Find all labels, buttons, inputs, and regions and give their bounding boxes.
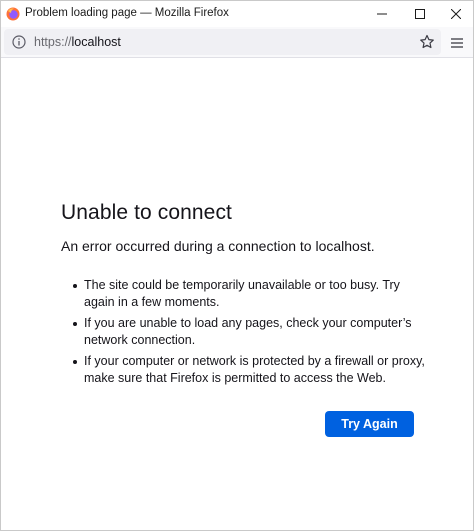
window-title: Problem loading page — Mozilla Firefox (25, 7, 229, 19)
maximize-icon (415, 9, 425, 19)
url-text[interactable]: https://localhost (34, 35, 121, 49)
error-content: Unable to connect An error occurred duri… (61, 199, 431, 391)
list-item: If your computer or network is protected… (73, 353, 431, 387)
firefox-logo-icon (6, 7, 20, 21)
nav-bar: https://localhost (1, 27, 473, 58)
close-button[interactable] (437, 1, 474, 27)
info-icon[interactable] (12, 35, 26, 49)
try-again-button[interactable]: Try Again (325, 411, 414, 437)
url-host: localhost (71, 35, 121, 49)
close-icon (451, 9, 461, 19)
title-bar: Problem loading page — Mozilla Firefox (1, 1, 473, 27)
error-subtitle: An error occurred during a connection to… (61, 238, 375, 254)
menu-icon[interactable] (450, 36, 464, 50)
browser-window: Problem loading page — Mozilla Firefox h… (0, 0, 474, 531)
minimize-button[interactable] (363, 1, 401, 27)
list-item: The site could be temporarily unavailabl… (73, 277, 431, 311)
url-scheme: https:// (34, 35, 72, 49)
error-title: Unable to connect (61, 201, 232, 224)
url-bar[interactable]: https://localhost (4, 29, 441, 55)
list-item: If you are unable to load any pages, che… (73, 315, 431, 349)
maximize-button[interactable] (401, 1, 439, 27)
minimize-icon (377, 13, 387, 15)
error-suggestions: The site could be temporarily unavailabl… (61, 277, 431, 387)
star-icon[interactable] (419, 34, 435, 50)
